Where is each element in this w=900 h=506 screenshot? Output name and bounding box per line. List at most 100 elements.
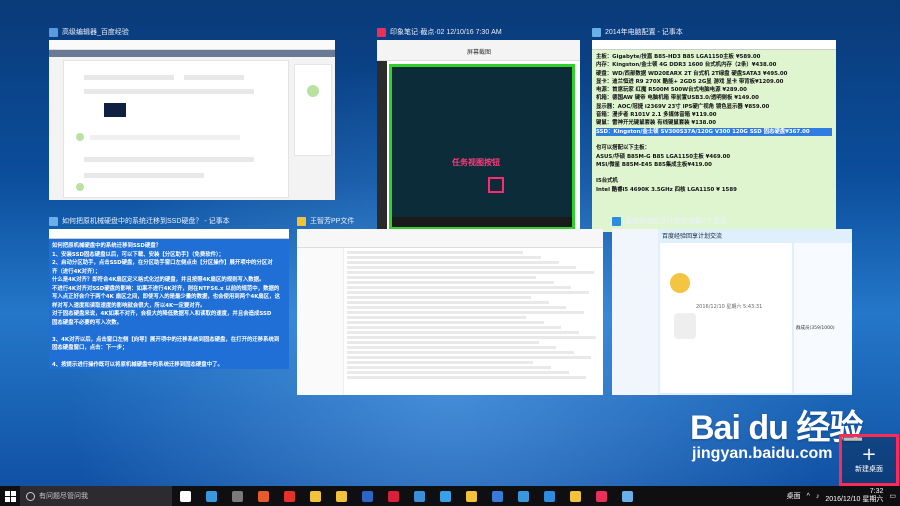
window-title: 王智芳PP文件 bbox=[310, 218, 355, 225]
window-title: 2014年电脑配置 - 记事本 bbox=[605, 29, 683, 36]
window-thumbnail-explorer[interactable]: 王智芳PP文件 bbox=[297, 214, 603, 396]
list-item bbox=[347, 311, 584, 314]
text-line bbox=[596, 136, 832, 144]
taskbar-app[interactable] bbox=[510, 486, 536, 506]
mail-icon bbox=[517, 490, 529, 502]
clock-time: 7:32 bbox=[869, 488, 884, 495]
taskbar-app[interactable] bbox=[614, 486, 640, 506]
window-thumbnail-notepad-config[interactable]: 2014年电脑配置 - 记事本 主板：Gigabyte/技嘉 B85-HD3 B… bbox=[592, 25, 836, 233]
list-item bbox=[347, 336, 597, 339]
new-desktop-button[interactable]: + 新建桌面 bbox=[839, 434, 899, 486]
clock[interactable]: 7:32 2016/12/10 星期六 bbox=[825, 488, 883, 504]
window-thumbnail-qq[interactable]: 百度经验回享计划交流群2个会话 百度经验回享计划交流 2016/12/10 星期… bbox=[612, 214, 852, 396]
list-item bbox=[347, 266, 577, 269]
list-item bbox=[347, 271, 594, 274]
folder-icon bbox=[309, 490, 321, 502]
taskbar-app[interactable] bbox=[432, 486, 458, 506]
taskbar-app[interactable] bbox=[172, 486, 198, 506]
taskbar-app[interactable] bbox=[224, 486, 250, 506]
qq-timestamp: 2016/12/10 星期六 5:43:31 bbox=[696, 304, 763, 310]
taskbar-app[interactable] bbox=[198, 486, 224, 506]
taskbar-app[interactable] bbox=[354, 486, 380, 506]
window-title-bar: 王智芳PP文件 bbox=[297, 214, 603, 228]
notepad-app-icon bbox=[592, 27, 601, 37]
text-line: 2、启动分区助手，点击SSD硬盘，在分区助手窗口左侧点击【分区操作】展开项中的分… bbox=[52, 260, 273, 266]
new-desktop-label: 新建桌面 bbox=[855, 466, 883, 473]
window-thumbnail-editor[interactable]: 高级编辑器_百度经验 bbox=[49, 25, 335, 201]
taskbar: 有问题尽管问我 桌面 ^ ♪ 7:32 2016/12/10 星期六 ▭ bbox=[0, 486, 900, 506]
list-item bbox=[347, 286, 572, 289]
start-button[interactable] bbox=[0, 486, 20, 506]
window-title-bar: 印象笔记·截点·02 12/10/16 7:30 AM bbox=[377, 25, 580, 39]
taskbar-app[interactable] bbox=[588, 486, 614, 506]
taskbar-app[interactable] bbox=[562, 486, 588, 506]
taskbar-app[interactable] bbox=[250, 486, 276, 506]
list-item bbox=[347, 291, 589, 294]
annotation-box bbox=[488, 177, 504, 193]
list-item bbox=[347, 276, 536, 279]
block-icon bbox=[283, 490, 295, 502]
taskbar-app[interactable] bbox=[302, 486, 328, 506]
browser-icon bbox=[49, 27, 58, 37]
text-line: 显卡：迪兰恒进 R9 270X 酷能+ 2GD5 2G显 游戏 显卡 带背板¥1… bbox=[596, 78, 784, 85]
action-center-icon[interactable]: ▭ bbox=[889, 492, 896, 500]
text-line: 对于固态硬盘来说，4K如果不对齐，会极大的降低数据写入和读取的速度，并且会造成S… bbox=[52, 311, 272, 317]
taskbar-app[interactable] bbox=[276, 486, 302, 506]
window-title-bar: 如何把原机械硬盘中的系统迁移到SSD硬盘？ - 记事本 bbox=[49, 214, 289, 228]
search-box[interactable]: 有问题尽管问我 bbox=[20, 486, 172, 506]
text-line: 机箱：德国AW 键帝 电脑机箱 带前置USB3.0/透明侧板 ¥149.00 bbox=[596, 95, 759, 102]
list-item bbox=[347, 376, 587, 379]
window-title: 高级编辑器_百度经验 bbox=[62, 29, 129, 36]
baidu-jingyan-watermark: Bai du 经验 jingyan.baidu.com bbox=[690, 400, 863, 463]
folder-app-icon bbox=[297, 216, 306, 226]
qq-member-panel: 群成员(359/1000) bbox=[794, 243, 852, 393]
window-title-bar: 2014年电脑配置 - 记事本 bbox=[592, 25, 836, 39]
text-line: 什么是4K对齐？即符合4K扇区定义格式化过的硬盘，并且按照4K扇区的规则写入数据… bbox=[52, 277, 265, 283]
qq-chat-area: 2016/12/10 星期六 5:43:31 bbox=[660, 243, 792, 393]
list-item bbox=[347, 256, 542, 259]
text-line: 内存：Kingston/金士顿 4G DDR3 1600 台式机内存（2条）¥4… bbox=[596, 62, 777, 69]
text-line: 4、按提示进行操作既可以将原机械硬盘中的系统迁移到固态硬盘中了。 bbox=[52, 362, 223, 368]
taskbar-app[interactable] bbox=[406, 486, 432, 506]
notepad-icon bbox=[621, 490, 633, 502]
window-preview bbox=[297, 229, 603, 395]
chevron-up-icon[interactable]: ^ bbox=[807, 493, 810, 500]
text-line: 样对写入速度和读取速度的影响就会很大，所以4K一定要对齐。 bbox=[52, 302, 206, 309]
text-line: 音箱：漫步者 R101V 2.1 多媒体音箱 ¥119.00 bbox=[596, 112, 717, 119]
emoji-icon bbox=[670, 273, 690, 293]
text-line: 主板：Gigabyte/技嘉 B85-HD3 B85 LGA1150主板 ¥58… bbox=[596, 54, 761, 60]
taskbar-app[interactable] bbox=[380, 486, 406, 506]
text-line: I5台式机 bbox=[596, 178, 618, 185]
window-title-bar: 百度经验回享计划交流群2个会话 bbox=[612, 214, 852, 228]
sticker-image bbox=[674, 313, 696, 339]
calculator-icon bbox=[231, 490, 243, 502]
window-preview: 主板：Gigabyte/技嘉 B85-HD3 B85 LGA1150主板 ¥58… bbox=[592, 40, 836, 232]
volume-icon[interactable]: ♪ bbox=[816, 493, 820, 500]
text-line: 也可以搭配以下主板： bbox=[596, 145, 650, 152]
window-thumbnail-snip[interactable]: 印象笔记·截点·02 12/10/16 7:30 AM 屏幕截图 任务视图按钮 bbox=[377, 25, 580, 233]
explorer-icon bbox=[465, 490, 477, 502]
text-line: 齐（进行4K对齐）； bbox=[52, 268, 101, 275]
window-thumbnail-notepad-ssd[interactable]: 如何把原机械硬盘中的系统迁移到SSD硬盘？ - 记事本 如何把原机械硬盘中的系统… bbox=[49, 214, 289, 370]
annotation-text: 任务视图按钮 bbox=[452, 158, 500, 167]
taskbar-app[interactable] bbox=[328, 486, 354, 506]
list-item bbox=[347, 356, 592, 359]
explorer-nav-pane bbox=[297, 248, 344, 395]
window-title: 百度经验回享计划交流群2个会话 bbox=[625, 218, 727, 225]
window-title-bar: 高级编辑器_百度经验 bbox=[49, 25, 335, 39]
notepad-text: 主板：Gigabyte/技嘉 B85-HD3 B85 LGA1150主板 ¥58… bbox=[596, 53, 832, 194]
text-line: 不进行4K对齐对SSD硬盘的影响：如果不进行4K对齐，则在NTFS6.x 以前的… bbox=[52, 285, 280, 292]
taskbar-app[interactable] bbox=[484, 486, 510, 506]
taskbar-app[interactable] bbox=[536, 486, 562, 506]
text-line: 如何把原机械硬盘中的系统迁移到SSD硬盘？ bbox=[52, 243, 162, 249]
list-item bbox=[347, 331, 579, 334]
taskbar-app[interactable] bbox=[458, 486, 484, 506]
text-line: 硬盘：WD/西部数据 WD20EARX 2T 台式机 2T绿盘 硬盘SATA3 … bbox=[596, 70, 788, 77]
text-line bbox=[596, 169, 832, 177]
word-icon bbox=[361, 490, 373, 502]
text-line: MSI/微星 B85M-E45 B85集成主板¥419.00 bbox=[596, 161, 712, 168]
text-line: 固态硬盘窗口，点击：下一步； bbox=[52, 345, 128, 351]
clock-date: 2016/12/10 星期六 bbox=[825, 496, 884, 503]
list-item bbox=[347, 361, 534, 364]
chrome-icon bbox=[413, 490, 425, 502]
